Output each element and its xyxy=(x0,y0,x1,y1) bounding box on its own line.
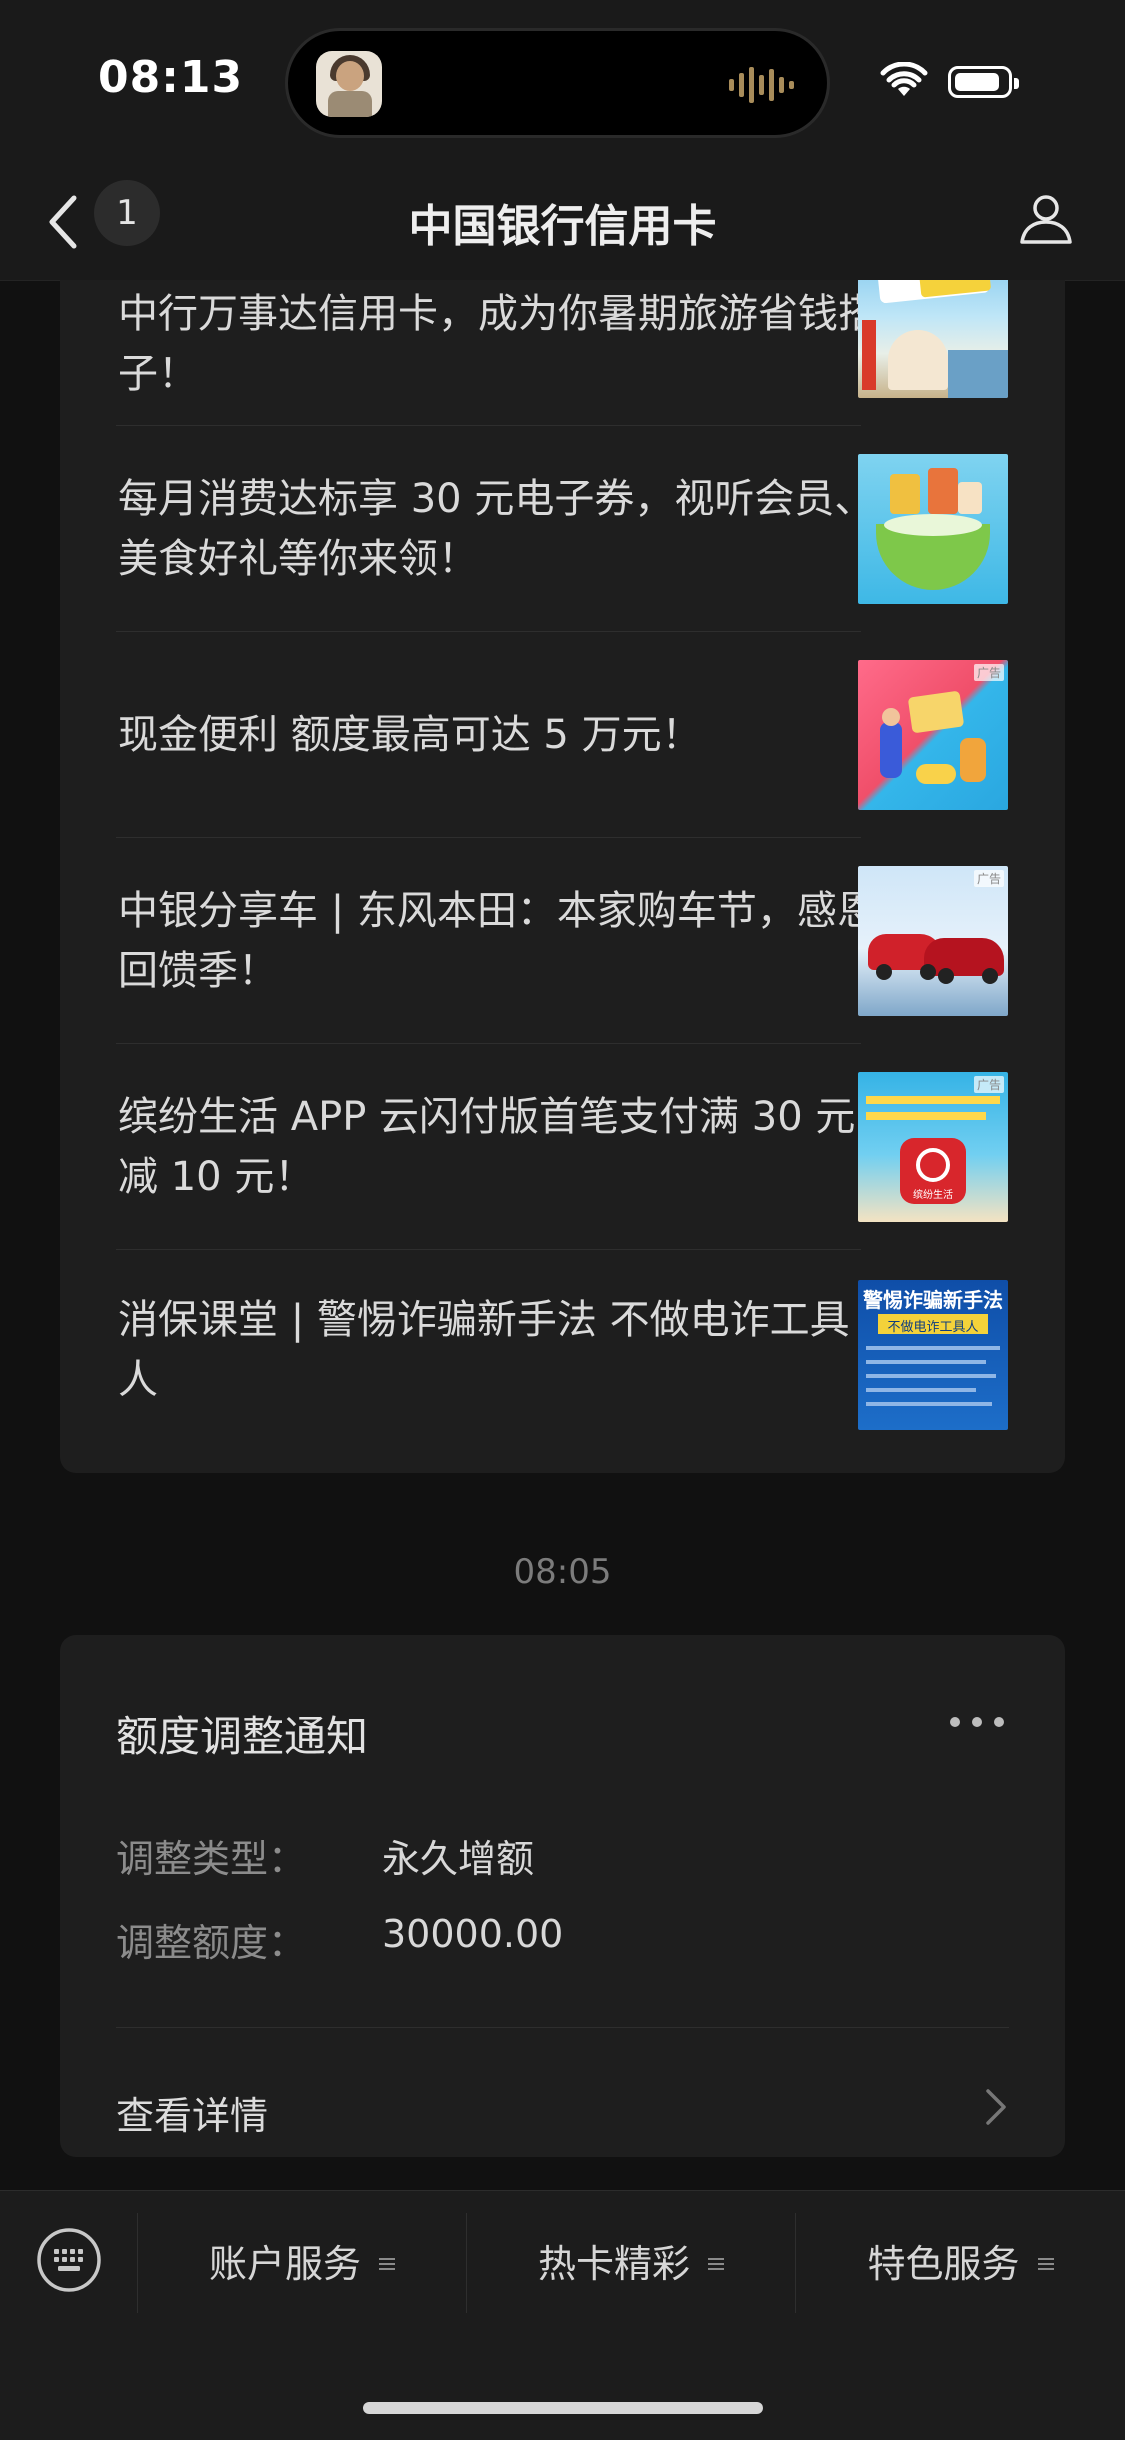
limit-adjust-notice-card[interactable]: 额度调整通知 调整类型： 永久增额 调整额度： 30000.00 查看详情 xyxy=(60,1635,1065,2157)
wifi-icon xyxy=(880,62,928,96)
menu-special-services[interactable]: 特色服务 xyxy=(796,2191,1125,2337)
status-bar: 08:13 xyxy=(0,0,1125,170)
submenu-icon xyxy=(1037,2256,1054,2272)
ad-tag: 广告 xyxy=(973,664,1004,681)
battery-icon xyxy=(948,66,1019,98)
now-playing-artwork xyxy=(316,51,382,117)
ad-tag: 广告 xyxy=(973,1076,1004,1093)
home-indicator[interactable] xyxy=(363,2402,763,2414)
article-thumbnail xyxy=(858,280,1008,398)
menu-label: 热卡精彩 xyxy=(537,2242,690,2286)
article-item[interactable]: 每月消费达标享 30 元电子券，视听会员、美食好礼等你来领！ xyxy=(60,426,1065,632)
status-time: 08:13 xyxy=(98,52,244,103)
thumb-heading: 警惕诈骗新手法 xyxy=(863,1288,1003,1312)
page-title: 中国银行信用卡 xyxy=(408,201,717,252)
article-title: 消保课堂 | 警惕诈骗新手法 不做电诈工具人 xyxy=(118,1297,850,1403)
article-item[interactable]: 现金便利 额度最高可达 5 万元！ 广告 xyxy=(60,632,1065,838)
menu-label: 特色服务 xyxy=(867,2242,1020,2286)
menu-account-services[interactable]: 账户服务 xyxy=(138,2191,466,2337)
ad-tag: 广告 xyxy=(973,870,1004,887)
adjust-type-value: 永久增额 xyxy=(382,1837,535,1881)
adjust-amount-value: 30000.00 xyxy=(382,1912,564,1956)
audio-wave-icon xyxy=(729,67,794,103)
view-details-link[interactable]: 查看详情 xyxy=(116,2085,268,2140)
chat-header: 1 中国银行信用卡 xyxy=(0,170,1125,281)
article-title: 现金便利 额度最高可达 5 万元！ xyxy=(118,712,702,758)
article-thumbnail: 警惕诈骗新手法 不做电诈工具人 xyxy=(858,1280,1008,1430)
article-item[interactable]: 缤纷生活 APP 云闪付版首笔支付满 30 元减 10 元！ 广告 缤纷生活 xyxy=(60,1044,1065,1250)
article-card: 中行万事达信用卡，成为你暑期旅游省钱搭子！ 每月消费达标享 30 元电子券，视听… xyxy=(60,280,1065,1473)
submenu-icon xyxy=(379,2256,395,2272)
article-thumbnail: 广告 xyxy=(858,660,1008,810)
message-timestamp: 08:05 xyxy=(513,1552,612,1592)
adjust-type-label: 调整类型： xyxy=(116,1837,307,1881)
dynamic-island[interactable] xyxy=(285,28,830,138)
article-title: 每月消费达标享 30 元电子券，视听会员、美食好礼等你来领！ xyxy=(118,476,875,582)
chevron-right-icon[interactable] xyxy=(980,2085,1010,2129)
article-thumbnail: 广告 xyxy=(858,866,1008,1016)
article-title: 缤纷生活 APP 云闪付版首笔支付满 30 元减 10 元！ xyxy=(118,1094,856,1200)
profile-icon[interactable] xyxy=(1018,190,1074,246)
message-list[interactable]: 中行万事达信用卡，成为你暑期旅游省钱搭子！ 每月消费达标享 30 元电子券，视听… xyxy=(0,280,1125,2190)
divider xyxy=(116,2027,1009,2028)
keyboard-icon[interactable] xyxy=(36,2227,102,2293)
article-item[interactable]: 消保课堂 | 警惕诈骗新手法 不做电诈工具人 警惕诈骗新手法 不做电诈工具人 xyxy=(60,1250,1065,1473)
menu-label: 账户服务 xyxy=(208,2242,361,2286)
article-title: 中银分享车 | 东风本田：本家购车节，感恩回馈季！ xyxy=(118,888,877,994)
app-label: 缤纷生活 xyxy=(913,1190,953,1201)
adjust-amount-label: 调整额度： xyxy=(116,1921,307,1965)
thumb-subheading: 不做电诈工具人 xyxy=(887,1320,979,1335)
article-item[interactable]: 中行万事达信用卡，成为你暑期旅游省钱搭子！ xyxy=(60,280,1065,426)
article-thumbnail: 广告 缤纷生活 xyxy=(858,1072,1008,1222)
more-options-icon[interactable] xyxy=(950,1717,1006,1731)
article-item[interactable]: 中银分享车 | 东风本田：本家购车节，感恩回馈季！ 广告 xyxy=(60,838,1065,1044)
submenu-icon xyxy=(708,2256,724,2272)
article-thumbnail xyxy=(858,454,1008,604)
article-title: 中行万事达信用卡，成为你暑期旅游省钱搭子！ xyxy=(118,291,878,397)
menu-hot-cards[interactable]: 热卡精彩 xyxy=(467,2191,795,2337)
notice-title: 额度调整通知 xyxy=(116,1712,369,1761)
